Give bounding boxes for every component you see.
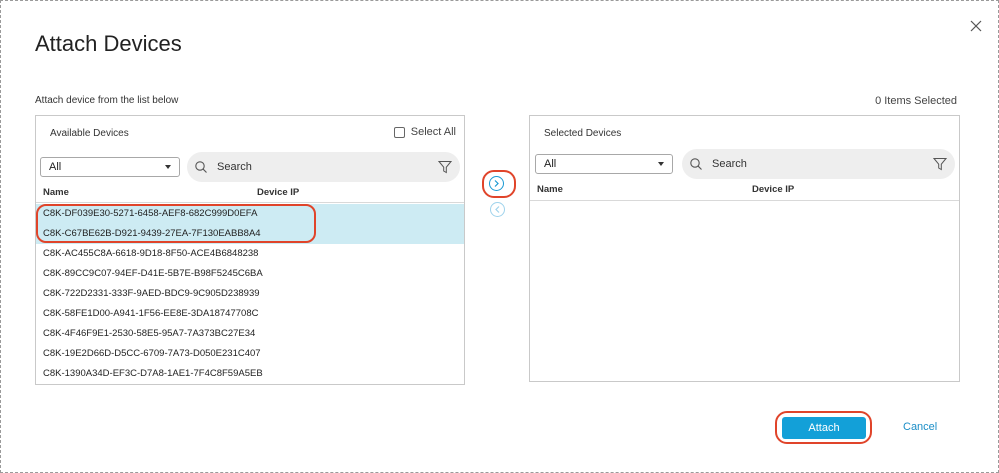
device-name: C8K-58FE1D00-A941-1F56-EE8E-3DA18747708C (43, 308, 259, 319)
items-selected-count: 0 Items Selected (875, 95, 957, 107)
filter-icon[interactable] (438, 160, 452, 174)
selected-search-input[interactable]: Search (682, 149, 955, 179)
selected-devices-title: Selected Devices (544, 128, 622, 139)
selected-col-ip[interactable]: Device IP (752, 184, 794, 195)
select-all-label: Select All (410, 126, 456, 138)
available-devices-panel: Available Devices Select All All Search … (35, 115, 465, 385)
available-filter-dropdown[interactable]: All (40, 157, 180, 177)
table-row[interactable]: C8K-19E2D66D-D5CC-6709-7A73-D050E231C407 (36, 344, 464, 364)
table-row[interactable]: C8K-58FE1D00-A941-1F56-EE8E-3DA18747708C (36, 304, 464, 324)
attach-devices-dialog: Attach Devices Attach device from the li… (0, 0, 999, 473)
available-devices-title: Available Devices (50, 128, 129, 139)
device-name: C8K-1390A34D-EF3C-D7A8-1AE1-7F4C8F59A5EB (43, 368, 263, 379)
selection-highlight-ring (36, 204, 316, 243)
available-col-name[interactable]: Name (43, 187, 69, 198)
table-row[interactable]: C8K-4F46F9E1-2530-58E5-95A7-7A373BC27E34 (36, 324, 464, 344)
device-name: C8K-19E2D66D-D5CC-6709-7A73-D050E231C407 (43, 348, 261, 359)
close-icon[interactable] (967, 17, 985, 35)
device-name: C8K-AC455C8A-6618-9D18-8F50-ACE4B6848238 (43, 248, 259, 259)
attach-button[interactable]: Attach (782, 417, 866, 439)
selected-col-name[interactable]: Name (537, 184, 563, 195)
chevron-left-icon[interactable] (490, 202, 505, 217)
dialog-subtitle: Attach device from the list below (35, 95, 179, 106)
available-header-divider (36, 202, 464, 203)
available-filter-value: All (49, 161, 62, 173)
table-row[interactable]: C8K-89CC9C07-94EF-D41E-5B7E-B98F5245C6BA (36, 264, 464, 284)
selected-header-divider (530, 200, 959, 201)
device-name: C8K-4F46F9E1-2530-58E5-95A7-7A373BC27E34 (43, 328, 256, 339)
search-icon (195, 161, 207, 173)
table-row[interactable]: C8K-1390A34D-EF3C-D7A8-1AE1-7F4C8F59A5EB (36, 364, 464, 384)
cancel-button[interactable]: Cancel (903, 421, 937, 433)
table-row[interactable]: C8K-AC455C8A-6618-9D18-8F50-ACE4B6848238 (36, 244, 464, 264)
available-search-placeholder: Search (217, 161, 252, 173)
dialog-title: Attach Devices (35, 31, 182, 56)
selected-filter-dropdown[interactable]: All (535, 154, 673, 174)
selected-devices-panel: Selected Devices All Search Name Device … (529, 115, 960, 382)
search-icon (690, 158, 702, 170)
available-search-input[interactable]: Search (187, 152, 460, 182)
chevron-down-icon (658, 162, 664, 166)
filter-icon[interactable] (933, 157, 947, 171)
select-all-toggle[interactable]: Select All (393, 126, 456, 138)
chevron-down-icon (165, 165, 171, 169)
chevron-right-icon[interactable] (489, 176, 504, 191)
device-name: C8K-89CC9C07-94EF-D41E-5B7E-B98F5245C6BA (43, 268, 263, 279)
select-all-checkbox[interactable] (393, 126, 405, 138)
available-col-ip[interactable]: Device IP (257, 187, 299, 198)
device-name: C8K-722D2331-333F-9AED-BDC9-9C905D238939 (43, 288, 260, 299)
table-row[interactable]: C8K-722D2331-333F-9AED-BDC9-9C905D238939 (36, 284, 464, 304)
selected-filter-value: All (544, 158, 557, 170)
selected-search-placeholder: Search (712, 158, 747, 170)
